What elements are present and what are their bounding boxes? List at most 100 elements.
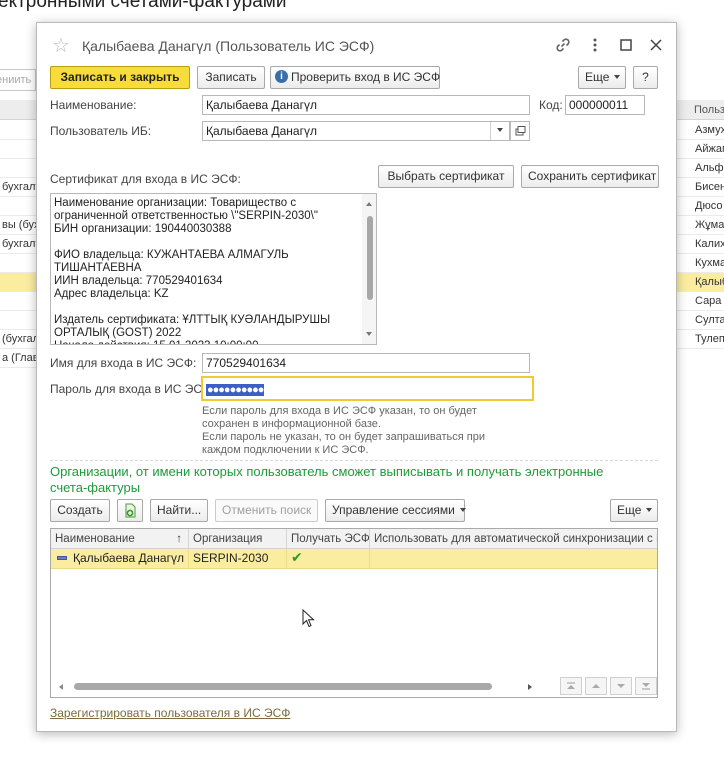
check-login-label: Проверить вход в ИС ЭСФ xyxy=(291,70,441,84)
row-auto-sync-cell[interactable] xyxy=(370,549,657,568)
find-button[interactable]: Найти... xyxy=(150,499,208,522)
save-cert-button[interactable]: Сохранить сертификат xyxy=(521,165,659,188)
background-list-item[interactable]: Қалыб xyxy=(676,273,724,292)
background-list-item[interactable]: Калих xyxy=(676,235,724,254)
background-list-item[interactable]: а (Глав xyxy=(0,349,36,368)
background-list-item[interactable]: Тулеп xyxy=(676,330,724,349)
orgs-group-title: Организации, от имени которых пользовате… xyxy=(50,464,604,495)
move-last-button[interactable] xyxy=(635,677,657,695)
user-dialog: ☆ Қалыбаева Данагүл (Пользователь ИС ЭСФ… xyxy=(36,22,677,732)
background-list-item[interactable]: Бисен xyxy=(676,178,724,197)
choose-cert-button[interactable]: Выбрать сертификат xyxy=(378,165,514,188)
save-and-close-button[interactable]: Записать и закрыть xyxy=(50,66,190,89)
background-list-item[interactable] xyxy=(0,197,36,216)
table-row[interactable]: Қалыбаева Данагүл SERPIN-2030 ✔ xyxy=(51,549,657,569)
background-left-header xyxy=(0,100,36,120)
scroll-down-icon[interactable] xyxy=(366,332,372,336)
background-list-item[interactable]: Дюсо xyxy=(676,197,724,216)
password-hint: Если пароль для входа в ИС ЭСФ указан, т… xyxy=(202,405,502,457)
cert-info-text: Наименование организации: Товарищество с… xyxy=(54,197,331,344)
cert-label: Сертификат для входа в ИС ЭСФ: xyxy=(50,172,241,186)
more-actions-icon[interactable] xyxy=(584,34,606,56)
move-first-button[interactable] xyxy=(560,677,582,695)
background-list-item[interactable]: вы (бухг xyxy=(0,216,36,235)
background-list-item[interactable] xyxy=(0,159,36,178)
column-header-auto-sync[interactable]: Использовать для автоматической синхрони… xyxy=(370,529,657,549)
cert-scrollbar[interactable] xyxy=(362,194,376,344)
background-list-item[interactable]: Сара ( xyxy=(676,292,724,311)
orgs-more-button[interactable]: Еще xyxy=(610,499,658,522)
column-header-receive[interactable]: Получать ЭСФ xyxy=(287,529,370,549)
chevron-down-icon xyxy=(459,507,466,512)
link-icon[interactable] xyxy=(552,34,574,56)
dialog-title: Қалыбаева Данагүл (Пользователь ИС ЭСФ) xyxy=(82,38,375,54)
column-header-name[interactable]: Наименование ↑ xyxy=(51,529,189,549)
save-button[interactable]: Записать xyxy=(197,66,265,89)
background-list-item[interactable] xyxy=(0,121,36,140)
table-hscroll-thumb[interactable] xyxy=(74,683,492,690)
background-list-item[interactable]: бухгалт xyxy=(0,178,36,197)
background-list-item[interactable]: Айжам xyxy=(676,140,724,159)
more-label: Еще xyxy=(585,70,610,84)
background-list-item[interactable] xyxy=(0,273,36,292)
ib-user-dropdown-button[interactable] xyxy=(490,122,509,140)
ib-user-field[interactable]: Қалыбаева Данагүл xyxy=(202,121,510,141)
register-user-link[interactable]: Зарегистрировать пользователя в ИС ЭСФ xyxy=(50,706,290,720)
move-bottom-icon xyxy=(642,683,650,690)
move-down-button[interactable] xyxy=(610,677,632,695)
login-field[interactable]: 770529401634 xyxy=(202,353,530,373)
name-label: Наименование: xyxy=(50,98,137,112)
open-form-icon xyxy=(515,126,526,136)
more-button[interactable]: Еще xyxy=(578,66,626,89)
background-title: ектронными счетами-фактурами xyxy=(0,0,287,12)
scroll-left-icon[interactable] xyxy=(59,684,63,690)
open-ib-user-button[interactable] xyxy=(510,121,530,141)
background-list-item[interactable]: Султа xyxy=(676,311,724,330)
background-list-item[interactable]: Альфи xyxy=(676,159,724,178)
background-list-item[interactable]: Азмух xyxy=(676,121,724,140)
column-header-name-label: Наименование xyxy=(55,533,135,545)
row-receive-check-icon[interactable]: ✔ xyxy=(287,549,370,568)
code-field[interactable]: 000000011 xyxy=(565,95,645,115)
table-header: Наименование ↑ Организация Получать ЭСФ И… xyxy=(51,529,657,549)
row-name-cell: Қалыбаева Данагүл xyxy=(51,549,189,568)
background-list-item[interactable]: Кухма xyxy=(676,254,724,273)
background-list-item[interactable]: (бухгалт xyxy=(0,330,36,349)
maximize-icon[interactable] xyxy=(615,34,637,56)
move-up-icon xyxy=(592,684,600,688)
password-hint-text: Если пароль для входа в ИС ЭСФ указан, т… xyxy=(202,405,485,456)
background-list-item[interactable] xyxy=(0,140,36,159)
close-icon[interactable] xyxy=(645,34,667,56)
password-label: Пароль для входа в ИС ЭСФ: xyxy=(50,382,215,396)
cert-scroll-thumb[interactable] xyxy=(367,216,373,300)
background-list-item[interactable] xyxy=(0,311,36,330)
check-login-button[interactable]: i Проверить вход в ИС ЭСФ xyxy=(270,66,440,89)
background-list-item[interactable]: бухгалт xyxy=(0,235,36,254)
column-header-org[interactable]: Организация xyxy=(189,529,287,549)
password-field[interactable]: ●●●●●●●●●● xyxy=(201,376,534,401)
chevron-down-icon xyxy=(497,128,503,132)
login-label: Имя для входа в ИС ЭСФ: xyxy=(50,356,197,370)
name-field[interactable]: Қалыбаева Данагүл xyxy=(202,95,530,115)
copy-button[interactable] xyxy=(117,499,143,522)
move-down-icon xyxy=(617,684,625,688)
help-button[interactable]: ? xyxy=(633,66,658,89)
create-button[interactable]: Создать xyxy=(50,499,110,522)
add-copy-icon xyxy=(125,503,136,518)
sessions-button[interactable]: Управление сессиями xyxy=(325,499,466,522)
cancel-search-button[interactable]: Отменить поиск xyxy=(215,499,318,522)
scroll-up-icon[interactable] xyxy=(366,202,372,206)
background-list-item[interactable] xyxy=(0,292,36,311)
orgs-table[interactable]: Наименование ↑ Организация Получать ЭСФ И… xyxy=(50,528,658,698)
move-up-button[interactable] xyxy=(585,677,607,695)
scroll-right-icon[interactable] xyxy=(528,684,532,690)
separator xyxy=(50,460,658,461)
cert-info-box[interactable]: Наименование организации: Товарищество с… xyxy=(50,193,377,345)
background-list-item[interactable]: Жұма xyxy=(676,216,724,235)
favorite-star-icon[interactable]: ☆ xyxy=(52,33,70,58)
background-list-item[interactable] xyxy=(0,254,36,273)
code-label: Код: xyxy=(539,98,563,112)
background-search-input[interactable]: ениить поиск xyxy=(0,69,36,91)
sessions-label: Управление сессиями xyxy=(332,503,455,517)
orgs-more-label: Еще xyxy=(617,503,642,517)
